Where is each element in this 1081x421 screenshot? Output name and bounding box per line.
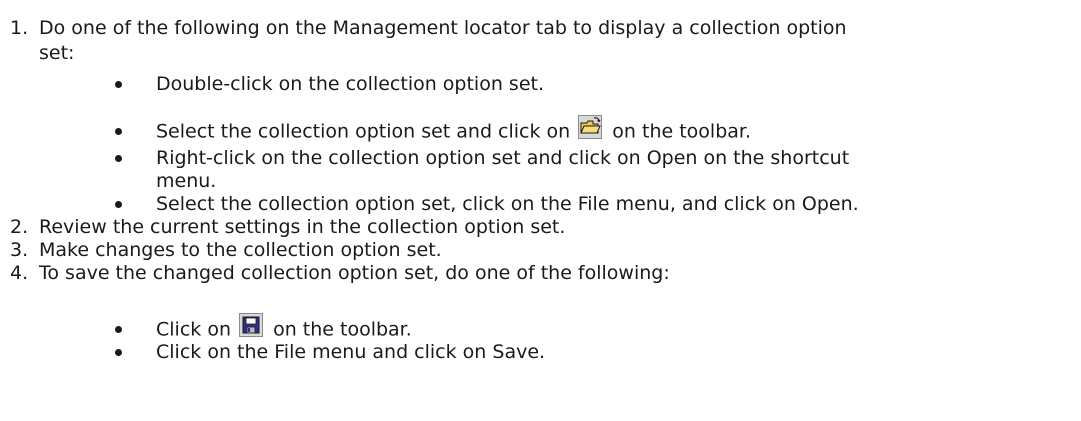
step-1-bullet-3-line1: Right-click on the collection option set…	[156, 147, 850, 169]
step-1-bullet-2-line: Select the collection option set and cli…	[156, 115, 752, 144]
bullet-1-1	[115, 81, 122, 88]
step-4-bullet-2-text: Click on the File menu and click on Save…	[156, 341, 546, 363]
step-4-text: To save the changed collection option se…	[39, 262, 670, 284]
save-disk-icon	[239, 313, 264, 337]
step-1-bullet-1-text: Double-click on the collection option se…	[156, 73, 544, 95]
step-4-bullet-1-text-after: on the toolbar.	[267, 318, 412, 341]
document-page: 1. Do one of the following on the Manage…	[0, 0, 1081, 421]
bullet-1-4	[115, 201, 122, 208]
bullet-1-2	[115, 128, 122, 135]
step-1-bullet-2-text-before: Select the collection option set and cli…	[156, 120, 577, 143]
step-3-number: 3.	[10, 239, 29, 261]
step-1-text-line2: set:	[39, 42, 75, 64]
bullet-1-3	[115, 155, 122, 162]
step-1-text-line1: Do one of the following on the Managemen…	[39, 17, 847, 39]
step-1-bullet-2-text-after: on the toolbar.	[606, 120, 752, 143]
step-1-bullet-3-line2: menu.	[156, 170, 217, 192]
bullet-4-1	[115, 326, 122, 333]
step-3-text: Make changes to the collection option se…	[39, 239, 442, 261]
step-1-number: 1.	[10, 17, 29, 39]
step-1-bullet-4-text: Select the collection option set, click …	[156, 193, 859, 215]
open-folder-icon	[578, 115, 603, 139]
step-2-text: Review the current settings in the colle…	[39, 216, 566, 238]
step-4-bullet-1-line: Click on on the toolbar.	[156, 313, 412, 342]
bullet-4-2	[115, 349, 122, 356]
step-4-bullet-1-text-before: Click on	[156, 318, 238, 341]
step-4-number: 4.	[10, 262, 29, 284]
step-2-number: 2.	[10, 216, 29, 238]
